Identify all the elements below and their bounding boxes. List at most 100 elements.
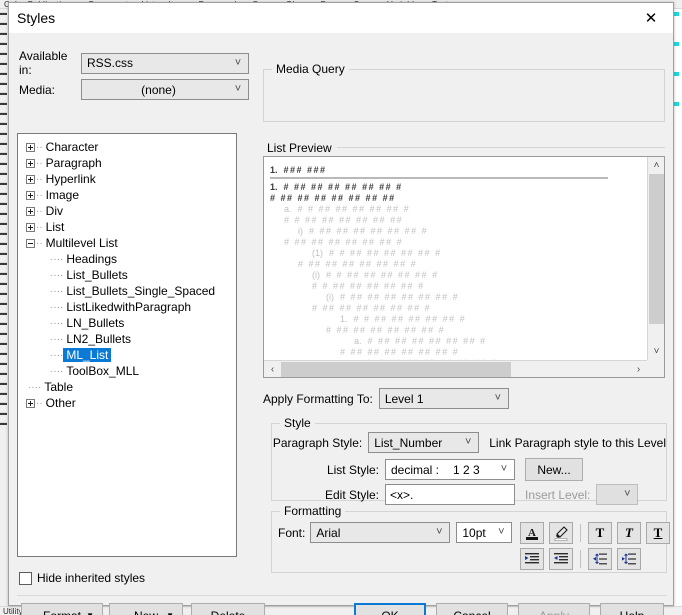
new-button[interactable]: New ▼ [109, 603, 183, 615]
format-button-label: Format [43, 609, 81, 615]
tree-item-label: Other [45, 396, 76, 410]
preview-line: (1) # # ## ## ## ## ## # [270, 248, 641, 259]
expand-icon[interactable] [26, 190, 35, 200]
available-in-value: RSS.css [87, 56, 134, 70]
tree-item-multilevel-list[interactable]: ·· Multilevel List [18, 235, 236, 251]
tree-item-paragraph[interactable]: ·· Paragraph [18, 155, 236, 171]
decrease-spacing-icon[interactable] [588, 548, 612, 570]
preview-line-marker: i) [298, 226, 303, 236]
font-family-select[interactable]: Arial ˅ [310, 522, 451, 543]
chevron-left-icon[interactable]: ‹ [264, 361, 281, 377]
chevron-down-icon[interactable]: ˅ [648, 343, 664, 360]
highlighter-icon[interactable] [549, 522, 573, 544]
media-row: Media: (none) ˅ [19, 79, 259, 100]
close-icon[interactable]: ✕ [629, 3, 673, 32]
chevron-right-icon[interactable]: › [630, 361, 647, 377]
hide-inherited-styles-checkbox[interactable]: Hide inherited styles [19, 571, 145, 585]
horizontal-scroll-thumb[interactable] [281, 362, 511, 377]
media-select[interactable]: (none) ˅ [81, 79, 249, 100]
dialog-body: Available in: RSS.css ˅ Media: (none) ˅ … [9, 33, 673, 615]
tree-connector: ···· [50, 333, 64, 345]
list-preview-divider [329, 147, 665, 148]
hide-inherited-styles-label: Hide inherited styles [37, 571, 146, 585]
chevron-down-icon: ˅ [500, 463, 508, 475]
tree-item-ln2-bullets[interactable]: ···· LN2_Bullets [18, 331, 236, 347]
expand-icon[interactable] [26, 222, 35, 232]
tree-item-headings[interactable]: ···· Headings [18, 251, 236, 267]
tree-item-hyperlink[interactable]: ·· Hyperlink [18, 171, 236, 187]
expand-icon[interactable] [26, 398, 35, 408]
list-style-value-sample: 1 2 3 [453, 462, 480, 477]
expand-icon[interactable] [26, 206, 35, 216]
decrease-indent-icon[interactable] [549, 548, 573, 570]
help-button[interactable]: Help [600, 603, 664, 615]
vertical-scroll-thumb[interactable] [649, 174, 664, 324]
preview-line-text: # # ## ## ## ## ## # [353, 314, 467, 324]
delete-button[interactable]: Delete [191, 603, 265, 615]
style-group: Style Paragraph Style: List_Number ˅ Lin… [271, 416, 667, 505]
tree-item-listlikedwithparagraph[interactable]: ···· ListLikedwithParagraph [18, 299, 236, 315]
tree-item-label: LN2_Bullets [66, 332, 132, 346]
preview-horizontal-scrollbar[interactable]: ‹ › [264, 360, 647, 377]
preview-line-marker: a. [354, 336, 362, 346]
available-in-select[interactable]: RSS.css ˅ [81, 52, 249, 74]
tree-item-label: List_Bullets [66, 268, 128, 282]
font-size-value: 10pt [462, 525, 486, 540]
styles-tree[interactable]: ·· Character ·· Paragraph ·· Hyperlink ·· Image… [17, 133, 237, 557]
text-format-toolbar-row2 [520, 548, 641, 570]
tree-item-table[interactable]: ···· Table [18, 379, 236, 395]
expand-icon[interactable] [26, 174, 35, 184]
new-list-style-button[interactable]: New... [525, 458, 583, 481]
bold-icon[interactable]: T [588, 522, 612, 544]
font-size-select[interactable]: 10pt ˅ [456, 522, 513, 543]
footer-divider [17, 595, 667, 596]
preview-line-text: # # ## ## ## ## ## # [312, 281, 425, 291]
cancel-button[interactable]: Cancel [436, 603, 508, 615]
tree-connector: ···· [50, 317, 64, 329]
list-style-select[interactable]: decimal : 1 2 3 ˅ [385, 459, 515, 480]
preview-line: (i) # # ## ## ## ## ## # [270, 270, 641, 281]
formatting-group-label: Formatting [280, 504, 346, 518]
tree-item-toolbox-mll[interactable]: ···· ToolBox_MLL [18, 363, 236, 379]
tree-item-ln-bullets[interactable]: ···· LN_Bullets [18, 315, 236, 331]
collapse-icon[interactable] [26, 238, 35, 248]
list-style-row: List Style: decimal : 1 2 3 ˅ New... [272, 458, 666, 481]
preview-vertical-scrollbar[interactable]: ˄ ˅ [647, 157, 664, 360]
chevron-down-icon: ▼ [166, 611, 174, 615]
edit-style-input[interactable]: <x>. [385, 484, 515, 505]
background-left-panel: ▬ ▬ ▬ ▬ ▬ ▬ ▬ ▬ ▬ ▬ ▬ ▬ ▬ ▬ ▬ ▬ ▬ ▬ ▬ ▬ ▬ ▬ ▬ ▬ ▬ ▬ ▬ ▬ ▬ ▬ ▬ ▬ ▬ ▬ ▬ ▬ ▬ ▬ ▬ ▬… [0, 9, 8, 615]
list-style-value-name: decimal : [391, 462, 440, 477]
format-button[interactable]: Format ▼ [21, 603, 103, 615]
tree-connector: ···· [50, 285, 64, 297]
tree-connector: ·· [36, 221, 43, 233]
tree-connector: ···· [50, 301, 64, 313]
formatting-group: Formatting Font: Arial ˅ 10pt ˅ A T T T [271, 504, 670, 573]
preview-line: # # ## ## ## ## ## ## [270, 215, 641, 226]
expand-icon[interactable] [26, 158, 35, 168]
preview-line: # ## ## ## ## ## ## ## [270, 193, 641, 204]
tree-item-ml-list[interactable]: ···· ML_List [18, 347, 236, 363]
chevron-up-icon[interactable]: ˄ [648, 157, 664, 174]
expand-icon[interactable] [26, 142, 35, 152]
preview-line: 1. # ## ## ## ## ## ## # [270, 182, 641, 193]
font-color-icon[interactable]: A [520, 522, 544, 544]
tree-connector: ···· [28, 381, 42, 393]
apply-formatting-select[interactable]: Level 1 ˅ [378, 388, 509, 409]
italic-icon[interactable]: T [617, 522, 641, 544]
paragraph-style-select[interactable]: List_Number ˅ [368, 432, 480, 453]
increase-indent-icon[interactable] [520, 548, 544, 570]
chevron-down-icon: ▼ [86, 611, 94, 615]
increase-spacing-icon[interactable] [617, 548, 641, 570]
tree-item-image[interactable]: ·· Image [18, 187, 236, 203]
preview-line-text: # ## ## ## ## ## ## # [367, 336, 487, 346]
tree-item-list[interactable]: ·· List [18, 219, 236, 235]
ok-button[interactable]: OK [354, 603, 426, 615]
tree-item-list-bullets[interactable]: ···· List_Bullets [18, 267, 236, 283]
tree-item-div[interactable]: ·· Div [18, 203, 236, 219]
tree-item-list-bullets-single-spaced[interactable]: ···· List_Bullets_Single_Spaced [18, 283, 236, 299]
insert-level-label: Insert Level: [525, 487, 591, 502]
tree-item-character[interactable]: ·· Character [18, 139, 236, 155]
tree-item-label: Hyperlink [45, 172, 96, 186]
underline-icon[interactable]: T [646, 522, 670, 544]
tree-item-other[interactable]: ·· Other [18, 395, 236, 411]
